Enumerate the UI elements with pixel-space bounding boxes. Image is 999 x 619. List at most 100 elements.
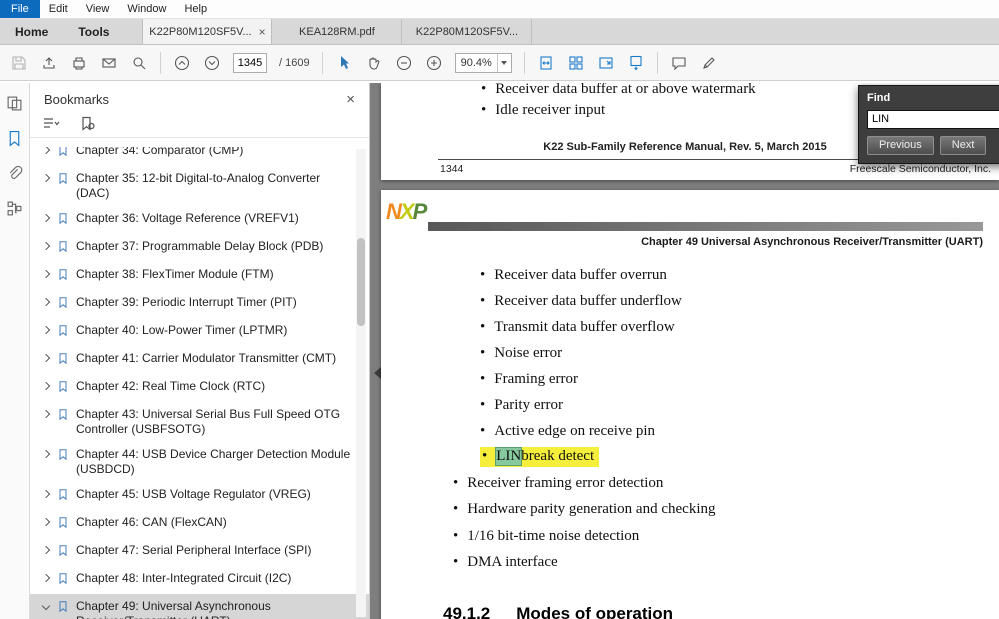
fit-width-icon[interactable]: [537, 54, 555, 72]
find-input[interactable]: [867, 109, 999, 129]
chevron-right-icon[interactable]: [42, 546, 51, 555]
bullet-item-highlighted: • LIN break detect: [480, 444, 682, 470]
chevron-right-icon[interactable]: [42, 174, 51, 183]
pdf-page-current: NXP Chapter 49 Universal Asynchronous Re…: [381, 190, 999, 619]
bookmarks-scrollbar[interactable]: [356, 149, 366, 617]
chevron-right-icon[interactable]: [42, 298, 51, 307]
bookmark-item[interactable]: Chapter 39: Periodic Interrupt Timer (PI…: [30, 290, 369, 318]
bookmark-item[interactable]: Chapter 36: Voltage Reference (VREFV1): [30, 206, 369, 234]
chevron-down-icon[interactable]: [42, 602, 51, 611]
save-icon[interactable]: [10, 54, 28, 72]
hand-tool-icon[interactable]: [365, 54, 383, 72]
chevron-right-icon[interactable]: [42, 270, 51, 279]
menu-edit[interactable]: Edit: [40, 0, 77, 18]
chevron-left-icon: [373, 367, 381, 379]
bookmark-icon: [57, 600, 70, 617]
bullet-item: Noise error: [480, 340, 682, 366]
bookmark-item[interactable]: Chapter 46: CAN (FlexCAN): [30, 510, 369, 538]
document-tab[interactable]: K22P80M120SF5V...: [402, 19, 533, 44]
chevron-right-icon[interactable]: [42, 410, 51, 419]
tab-home[interactable]: Home: [0, 19, 63, 44]
chevron-down-icon[interactable]: [496, 53, 511, 72]
chevron-right-icon[interactable]: [42, 382, 51, 391]
tab-bar: Home Tools K22P80M120SF5V... × KEA128RM.…: [0, 19, 999, 45]
menu-help[interactable]: Help: [175, 0, 216, 18]
bookmark-item[interactable]: Chapter 41: Carrier Modulator Transmitte…: [30, 346, 369, 374]
bookmark-item[interactable]: Chapter 42: Real Time Clock (RTC): [30, 374, 369, 402]
bookmark-item[interactable]: Chapter 43: Universal Serial Bus Full Sp…: [30, 402, 369, 442]
document-view: Receiver data buffer at or above waterma…: [370, 83, 999, 619]
bookmark-item[interactable]: Chapter 37: Programmable Delay Block (PD…: [30, 234, 369, 262]
document-tab-active[interactable]: K22P80M120SF5V... ×: [142, 19, 273, 44]
page-number: 1344: [440, 163, 464, 175]
bookmark-item-selected[interactable]: Chapter 49: Universal Asynchronous Recei…: [30, 594, 369, 619]
bookmarks-scrollbar-thumb[interactable]: [357, 238, 365, 326]
next-page-icon[interactable]: [203, 54, 221, 72]
highlight-pen-icon[interactable]: [700, 54, 718, 72]
chevron-right-icon[interactable]: [42, 214, 51, 223]
attachments-icon[interactable]: [6, 165, 24, 183]
chevron-right-icon[interactable]: [42, 242, 51, 251]
menu-file[interactable]: File: [0, 0, 40, 18]
fit-page-icon[interactable]: [567, 54, 585, 72]
scrolling-mode-icon[interactable]: [627, 54, 645, 72]
annotation-highlight: • LIN break detect: [480, 447, 600, 467]
find-previous-button[interactable]: Previous: [867, 135, 934, 155]
close-icon[interactable]: ×: [259, 26, 266, 38]
bookmark-icon: [57, 516, 70, 533]
document-tab-label: KEA128RM.pdf: [299, 25, 375, 38]
chevron-right-icon[interactable]: [42, 326, 51, 335]
find-next-button[interactable]: Next: [939, 135, 987, 155]
bookmark-item[interactable]: Chapter 35: 12-bit Digital-to-Analog Con…: [30, 166, 369, 206]
chevron-right-icon[interactable]: [42, 574, 51, 583]
bookmark-item[interactable]: Chapter 48: Inter-Integrated Circuit (I2…: [30, 566, 369, 594]
menu-bar: File Edit View Window Help: [0, 0, 999, 19]
bullet-item: Receiver data buffer underflow: [480, 288, 682, 314]
zoom-level-select[interactable]: 90.4%: [454, 52, 512, 73]
bookmark-item[interactable]: Chapter 38: FlexTimer Module (FTM): [30, 262, 369, 290]
chevron-right-icon[interactable]: [42, 450, 51, 459]
bookmark-icon: [57, 448, 70, 465]
bookmark-item[interactable]: Chapter 34: Comparator (CMP): [30, 147, 369, 166]
select-tool-icon[interactable]: [335, 54, 353, 72]
bookmark-icon: [57, 240, 70, 257]
layers-icon[interactable]: [6, 200, 24, 218]
bookmark-options-icon[interactable]: [42, 115, 62, 131]
find-dialog-title: Find: [867, 92, 891, 104]
expand-current-bookmark-icon[interactable]: [78, 115, 98, 131]
bookmark-item[interactable]: Chapter 45: USB Voltage Regulator (VREG): [30, 482, 369, 510]
page-thumbnails-icon[interactable]: [6, 95, 24, 113]
tab-tools[interactable]: Tools: [63, 19, 124, 44]
bookmark-item[interactable]: Chapter 47: Serial Peripheral Interface …: [30, 538, 369, 566]
chevron-right-icon[interactable]: [42, 490, 51, 499]
chapter-header-bar: [428, 222, 983, 231]
comment-icon[interactable]: [670, 54, 688, 72]
bullet-item: Transmit data buffer overflow: [480, 314, 682, 340]
toolbar-separator: [160, 51, 161, 74]
document-tab[interactable]: KEA128RM.pdf: [272, 19, 403, 44]
previous-page-icon[interactable]: [173, 54, 191, 72]
zoom-in-icon[interactable]: [425, 54, 443, 72]
feature-bullet-list-outer: Receiver framing error detection Hardwar…: [453, 470, 715, 576]
search-icon[interactable]: [130, 54, 148, 72]
print-icon[interactable]: [70, 54, 88, 72]
bookmark-icon: [57, 296, 70, 313]
toolbar: / 1609 90.4%: [0, 45, 999, 81]
bookmark-icon: [57, 572, 70, 589]
toolbar-separator: [523, 51, 525, 74]
chevron-right-icon[interactable]: [42, 147, 51, 155]
menu-window[interactable]: Window: [118, 0, 175, 18]
chevron-right-icon[interactable]: [42, 518, 51, 527]
zoom-out-icon[interactable]: [395, 54, 413, 72]
fullscreen-icon[interactable]: [597, 54, 615, 72]
bookmark-item[interactable]: Chapter 44: USB Device Charger Detection…: [30, 442, 369, 482]
close-icon[interactable]: ×: [344, 92, 357, 107]
email-icon[interactable]: [100, 54, 118, 72]
bookmark-icon: [57, 172, 70, 189]
bookmarks-panel-icon[interactable]: [6, 130, 24, 148]
bookmark-item[interactable]: Chapter 40: Low-Power Timer (LPTMR): [30, 318, 369, 346]
upload-icon[interactable]: [40, 54, 58, 72]
page-number-input[interactable]: [233, 52, 267, 73]
menu-view[interactable]: View: [77, 0, 119, 18]
chevron-right-icon[interactable]: [42, 354, 51, 363]
